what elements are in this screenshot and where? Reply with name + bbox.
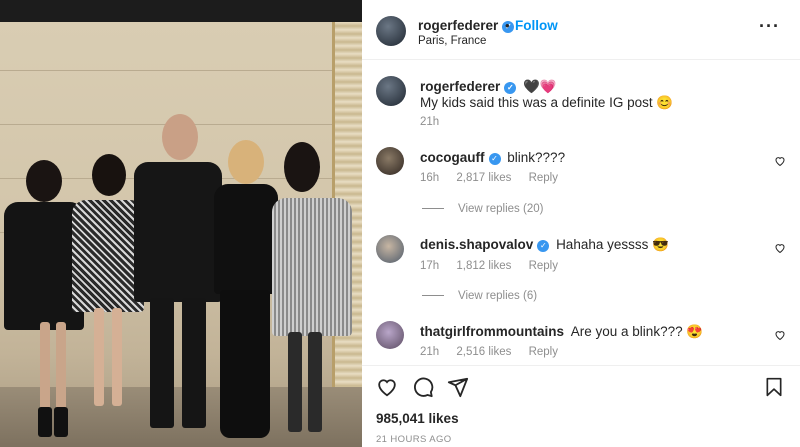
comment-text: blink???? [507,150,566,165]
comment-meta: 21h 2,516 likes Reply [420,346,572,358]
comment-meta: 16h 2,817 likes Reply [420,172,572,184]
verified-badge-icon: ✓ [537,240,550,252]
comment-text: Are you a blink??? 😍 [570,324,704,339]
comment-line: denis.shapovalov ✓ Hahaha yessss 😎 [420,237,669,253]
comment-avatar[interactable] [376,321,404,349]
comment-likes[interactable]: 2,516 likes [456,346,511,358]
more-options-icon[interactable]: ··· [759,16,780,37]
reply-button[interactable]: Reply [529,260,558,272]
comment-time: 17h [420,260,440,272]
post-photo[interactable] [0,22,362,447]
bookmark-icon[interactable] [764,376,784,398]
post-timestamp[interactable]: 21 HOURS AGO [376,434,452,445]
follow-button[interactable]: Follow [515,18,558,33]
heart-icon[interactable] [376,376,398,398]
verified-badge-icon: ✓ [488,153,501,165]
window-top-bar [0,0,362,22]
comment-username[interactable]: thatgirlfrommountains [420,324,564,339]
comment-username[interactable]: denis.shapovalov [420,237,533,252]
comment-icon[interactable] [412,376,434,398]
post-location[interactable]: Paris, France [418,35,486,47]
view-replies-button[interactable]: View replies (6) [422,290,537,302]
comment-meta: 17h 1,812 likes Reply [420,260,572,272]
comment-line: cocogauff ✓ blink???? [420,150,565,165]
comment-text: Hahaha yessss 😎 [556,237,669,252]
instagram-post-view: rogerfederer ✓ • Follow Paris, France ···… [0,0,800,447]
comment-avatar[interactable] [376,235,404,263]
caption-emojis: 🖤💗 [523,79,557,94]
comment-avatar[interactable] [376,147,404,175]
comment-like-icon[interactable] [774,155,786,167]
comment-like-icon[interactable] [774,329,786,341]
post-actions-bar: 985,041 likes 21 HOURS AGO [362,365,800,447]
reply-button[interactable]: Reply [529,172,558,184]
comment-line: thatgirlfrommountains Are you a blink???… [420,324,703,340]
comment-likes[interactable]: 2,817 likes [456,172,511,184]
share-icon[interactable] [447,376,469,398]
author-avatar[interactable] [376,16,406,46]
post-header: rogerfederer ✓ • Follow Paris, France ··· [362,0,800,60]
caption-author[interactable]: rogerfederer ✓ 🖤💗 [420,79,557,95]
separator-dot: • [505,18,510,33]
view-replies-button[interactable]: View replies (20) [422,203,543,215]
likes-count[interactable]: 985,041 likes [376,411,459,426]
caption-avatar[interactable] [376,76,406,106]
caption-time: 21h [420,116,440,128]
post-side-panel: rogerfederer ✓ • Follow Paris, France ···… [362,0,800,447]
comment-time: 16h [420,172,440,184]
comment-like-icon[interactable] [774,242,786,254]
replies-divider [422,295,444,297]
reply-button[interactable]: Reply [529,346,558,358]
verified-badge-icon: ✓ [504,82,517,94]
wall-panel-line [0,70,332,71]
comment-likes[interactable]: 1,812 likes [456,260,511,272]
replies-divider [422,208,444,210]
author-username[interactable]: rogerfederer ✓ [418,18,515,33]
comment-username[interactable]: cocogauff [420,150,485,165]
caption-text: My kids said this was a definite IG post… [420,95,674,110]
comment-time: 21h [420,346,440,358]
